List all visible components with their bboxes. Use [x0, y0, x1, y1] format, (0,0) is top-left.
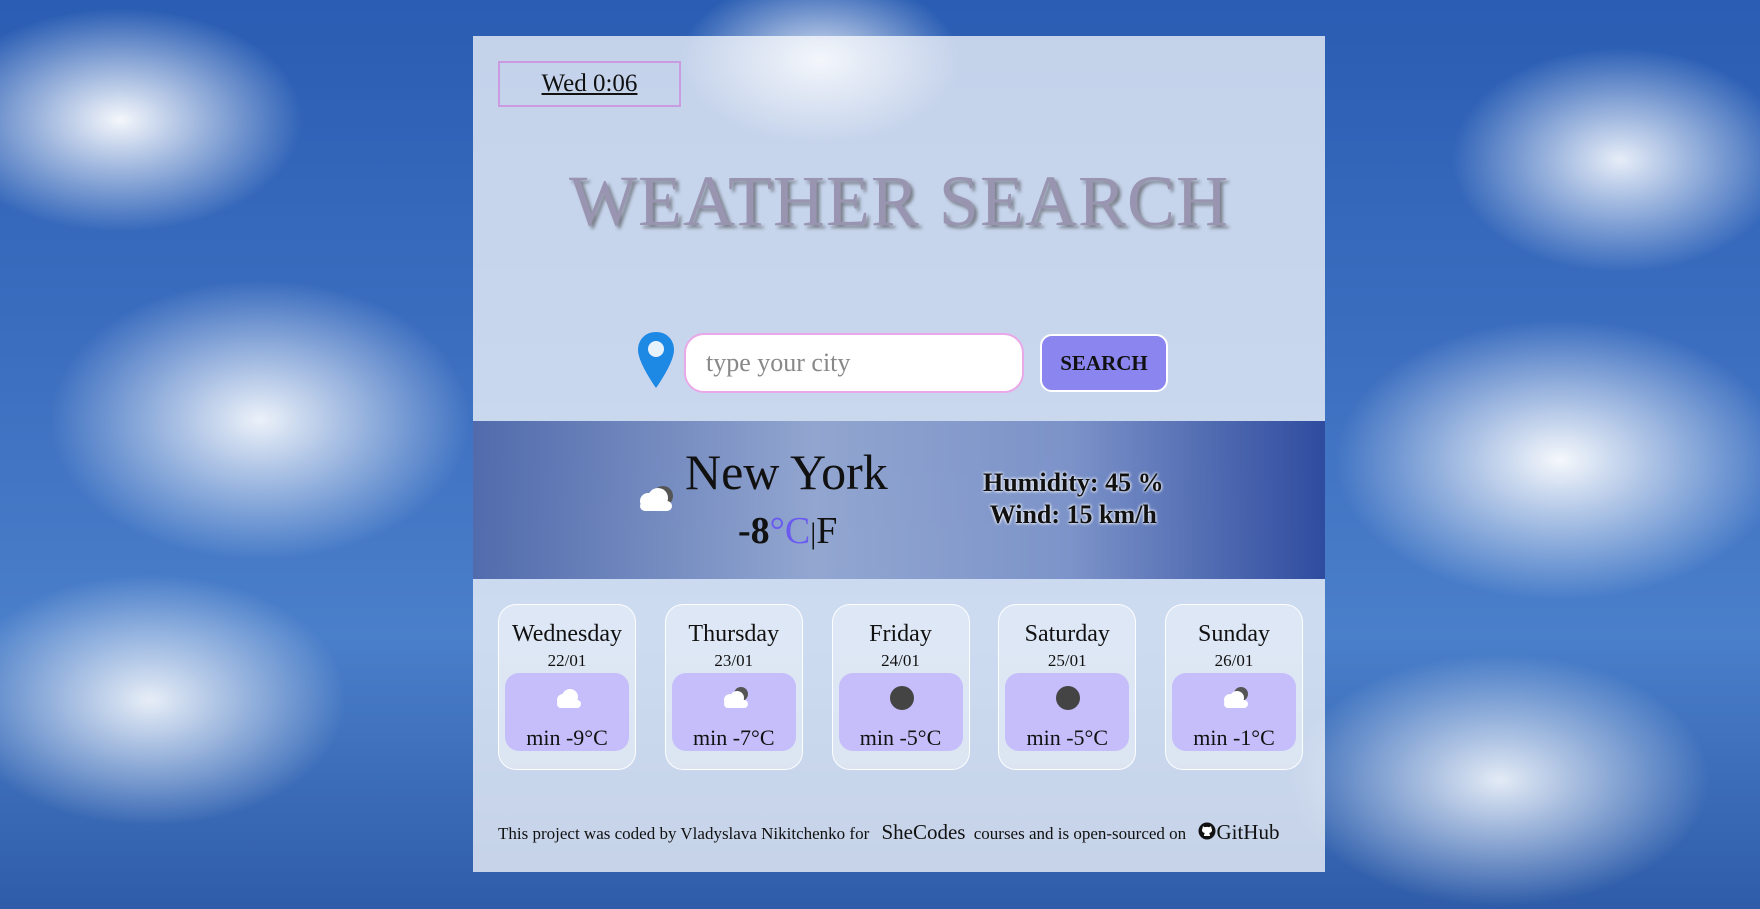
temperature-value: -8: [738, 510, 770, 552]
forecast-date: 22/01: [547, 651, 587, 670]
forecast-day: Sunday 26/01 min -1°C: [1165, 604, 1303, 770]
github-icon: [1198, 822, 1216, 840]
forecast-box: min -5°C: [1005, 673, 1130, 751]
forecast-date: 23/01: [714, 651, 754, 670]
forecast-min-temp: min -9°C: [526, 725, 608, 750]
search-button[interactable]: SEARCH: [1040, 334, 1168, 392]
forecast-day: Wednesday 22/01 min -9°C: [498, 604, 636, 770]
current-weather: New York -8°C|F Humidity: 45 % Wind: 15 …: [473, 421, 1325, 579]
forecast-date: 25/01: [1047, 651, 1087, 670]
cloud-icon: [640, 486, 673, 511]
forecast-day-name: Wednesday: [511, 621, 623, 647]
city-name: New York: [685, 444, 888, 500]
dark-circle-icon: [1056, 686, 1081, 710]
forecast-date: 24/01: [881, 651, 920, 670]
forecast-box: min -5°C: [838, 673, 963, 751]
cloud-icon: [557, 689, 581, 708]
forecast-day: Thursday 23/01 min -7°C: [664, 604, 803, 770]
forecast-min-temp: min -7°C: [692, 725, 775, 750]
forecast-day: Saturday 25/01 min -5°C: [998, 604, 1137, 770]
forecast-date: 26/01: [1214, 651, 1254, 670]
forecast-day-name: Saturday: [1024, 621, 1110, 647]
page-title: WEATHER SEARCH: [569, 161, 1229, 241]
footer-text: This project was coded by Vladyslava Nik…: [498, 824, 870, 843]
forecast-box: min -1°C: [1172, 673, 1296, 751]
forecast-box: min -9°C: [505, 673, 629, 751]
forecast-list: Wednesday 22/01 min -9°C Thursday 23/01 …: [498, 604, 1303, 770]
forecast-min-temp: min -5°C: [1026, 725, 1109, 750]
github-link-wrapper[interactable]: GitHub: [1198, 820, 1279, 844]
shecodes-link[interactable]: SheCodes: [881, 820, 965, 844]
humidity-value: Humidity: 45 %: [983, 468, 1164, 497]
github-link[interactable]: GitHub: [1216, 820, 1279, 844]
footer-text-middle: courses and is open-sourced on: [973, 824, 1187, 843]
celsius-link[interactable]: °C: [770, 510, 811, 552]
forecast-box: min -7°C: [671, 673, 796, 751]
search-form: SEARCH: [473, 331, 1325, 395]
weather-card: Wed 0:06 WEATHER SEARCH SEARCH New York …: [473, 36, 1325, 872]
forecast-min-temp: min -1°C: [1193, 725, 1275, 750]
wind-value: Wind: 15 km/h: [989, 500, 1157, 529]
weather-details: Humidity: 45 % Wind: 15 km/h: [983, 467, 1164, 531]
current-datetime: Wed 0:06: [498, 61, 681, 107]
footer: This project was coded by Vladyslava Nik…: [498, 820, 1318, 845]
cloudy-night-icon: [1224, 687, 1248, 708]
forecast-day-name: Sunday: [1198, 621, 1270, 647]
forecast-day-name: Friday: [869, 621, 932, 647]
forecast-min-temp: min -5°C: [859, 725, 942, 750]
fahrenheit-link[interactable]: F: [816, 510, 837, 552]
city-search-input[interactable]: [684, 333, 1024, 393]
dark-circle-icon: [889, 686, 914, 710]
forecast-day: Friday 24/01 min -5°C: [831, 604, 970, 770]
forecast-day-name: Thursday: [688, 621, 780, 647]
location-pin-icon[interactable]: [637, 331, 675, 389]
cloudy-night-icon: [723, 687, 748, 708]
temperature-display: -8°C|F: [738, 509, 837, 553]
